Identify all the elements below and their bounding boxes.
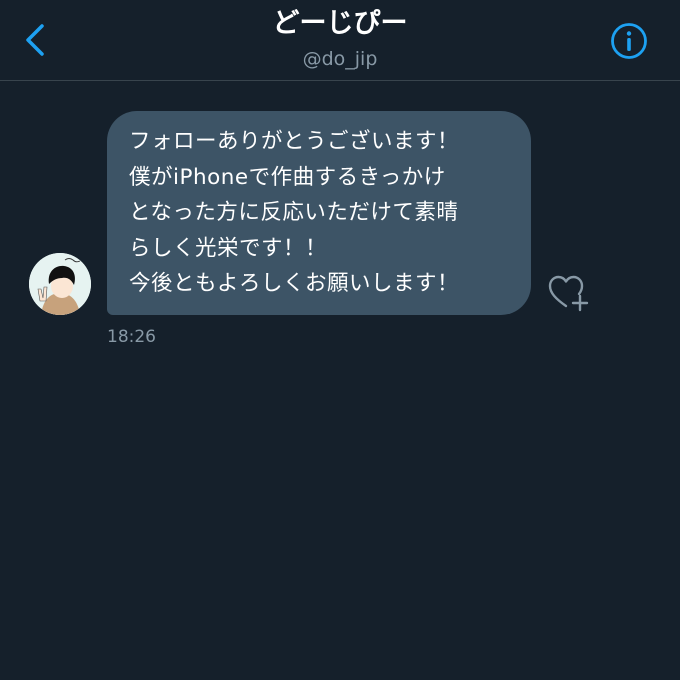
like-message-button[interactable] (546, 272, 592, 314)
message-line: らしく光栄です！！ (129, 235, 328, 261)
dm-conversation-screen: どーじぴー @do_jip フォローありがとうございます！ 僕がiPhoneで作… (0, 0, 680, 680)
conversation-header: どーじぴー @do_jip (0, 0, 680, 81)
conversation-handle[interactable]: @do_jip (0, 46, 680, 72)
info-button[interactable] (610, 22, 648, 60)
message-line: 今後ともよろしくお願いします！ (129, 271, 460, 296)
message-line: 僕がiPhoneで作曲するきっかけ (129, 164, 446, 190)
message-timestamp: 18:26 (107, 327, 156, 347)
message-line: となった方に反応いただけて素晴 (129, 200, 459, 225)
message-line: フォローありがとうございます！ (129, 129, 460, 154)
message-bubble[interactable]: フォローありがとうございます！ 僕がiPhoneで作曲するきっかけ となった方に… (107, 111, 531, 315)
conversation-title[interactable]: どーじぴー (0, 6, 680, 42)
user-avatar (29, 253, 91, 315)
sender-avatar[interactable] (29, 253, 91, 315)
heart-plus-icon (548, 275, 589, 312)
info-circle-icon (611, 23, 647, 59)
